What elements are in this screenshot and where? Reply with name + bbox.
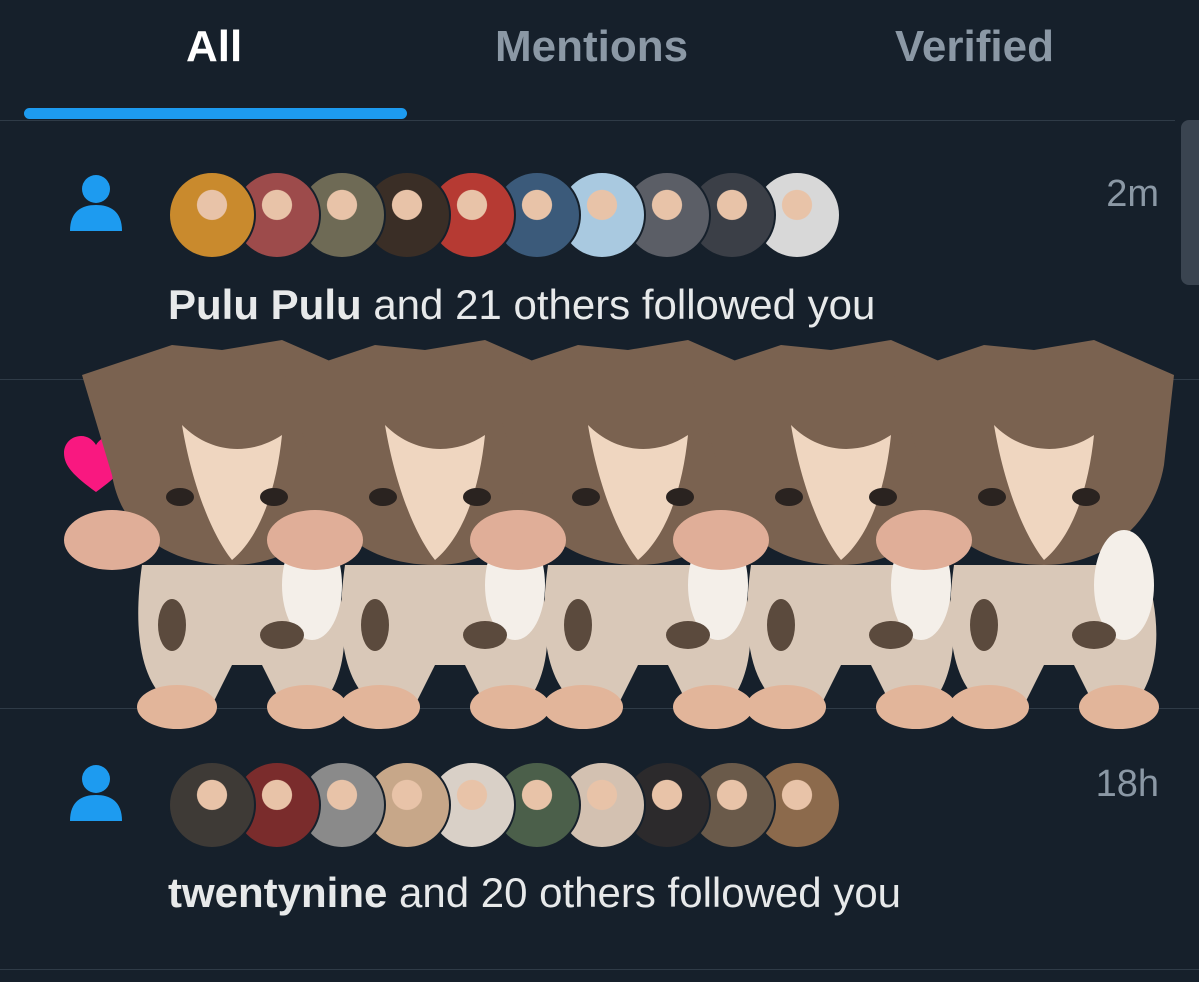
tab-mentions[interactable]: Mentions: [495, 22, 688, 72]
dancing-cat-sticker: [64, 340, 1174, 729]
person-icon: [70, 175, 122, 231]
avatar[interactable]: [168, 171, 256, 259]
active-tab-indicator: [24, 108, 407, 119]
notification-tabs: All Mentions Verified: [0, 0, 1199, 121]
tab-all[interactable]: All: [186, 22, 242, 72]
user-name[interactable]: twentynine: [168, 869, 387, 916]
avatar-group[interactable]: [168, 171, 868, 263]
avatar-group[interactable]: [168, 761, 868, 853]
notification-text: Pulu Pulu and 21 others followed you: [168, 281, 875, 329]
notification-message: and 20 others followed you: [387, 869, 902, 916]
timestamp: 18h: [1095, 763, 1159, 805]
avatar[interactable]: [168, 761, 256, 849]
tab-verified[interactable]: Verified: [895, 22, 1054, 72]
user-name[interactable]: Pulu Pulu: [168, 281, 362, 328]
notification-text: twentynine and 20 others followed you: [168, 869, 901, 917]
notification-message: and 21 others followed you: [361, 281, 876, 328]
notification-item[interactable]: 18h twentynine and 20 others followed yo…: [0, 709, 1199, 969]
timestamp: 2m: [1106, 173, 1159, 215]
person-icon: [70, 765, 122, 821]
divider: [0, 969, 1199, 970]
